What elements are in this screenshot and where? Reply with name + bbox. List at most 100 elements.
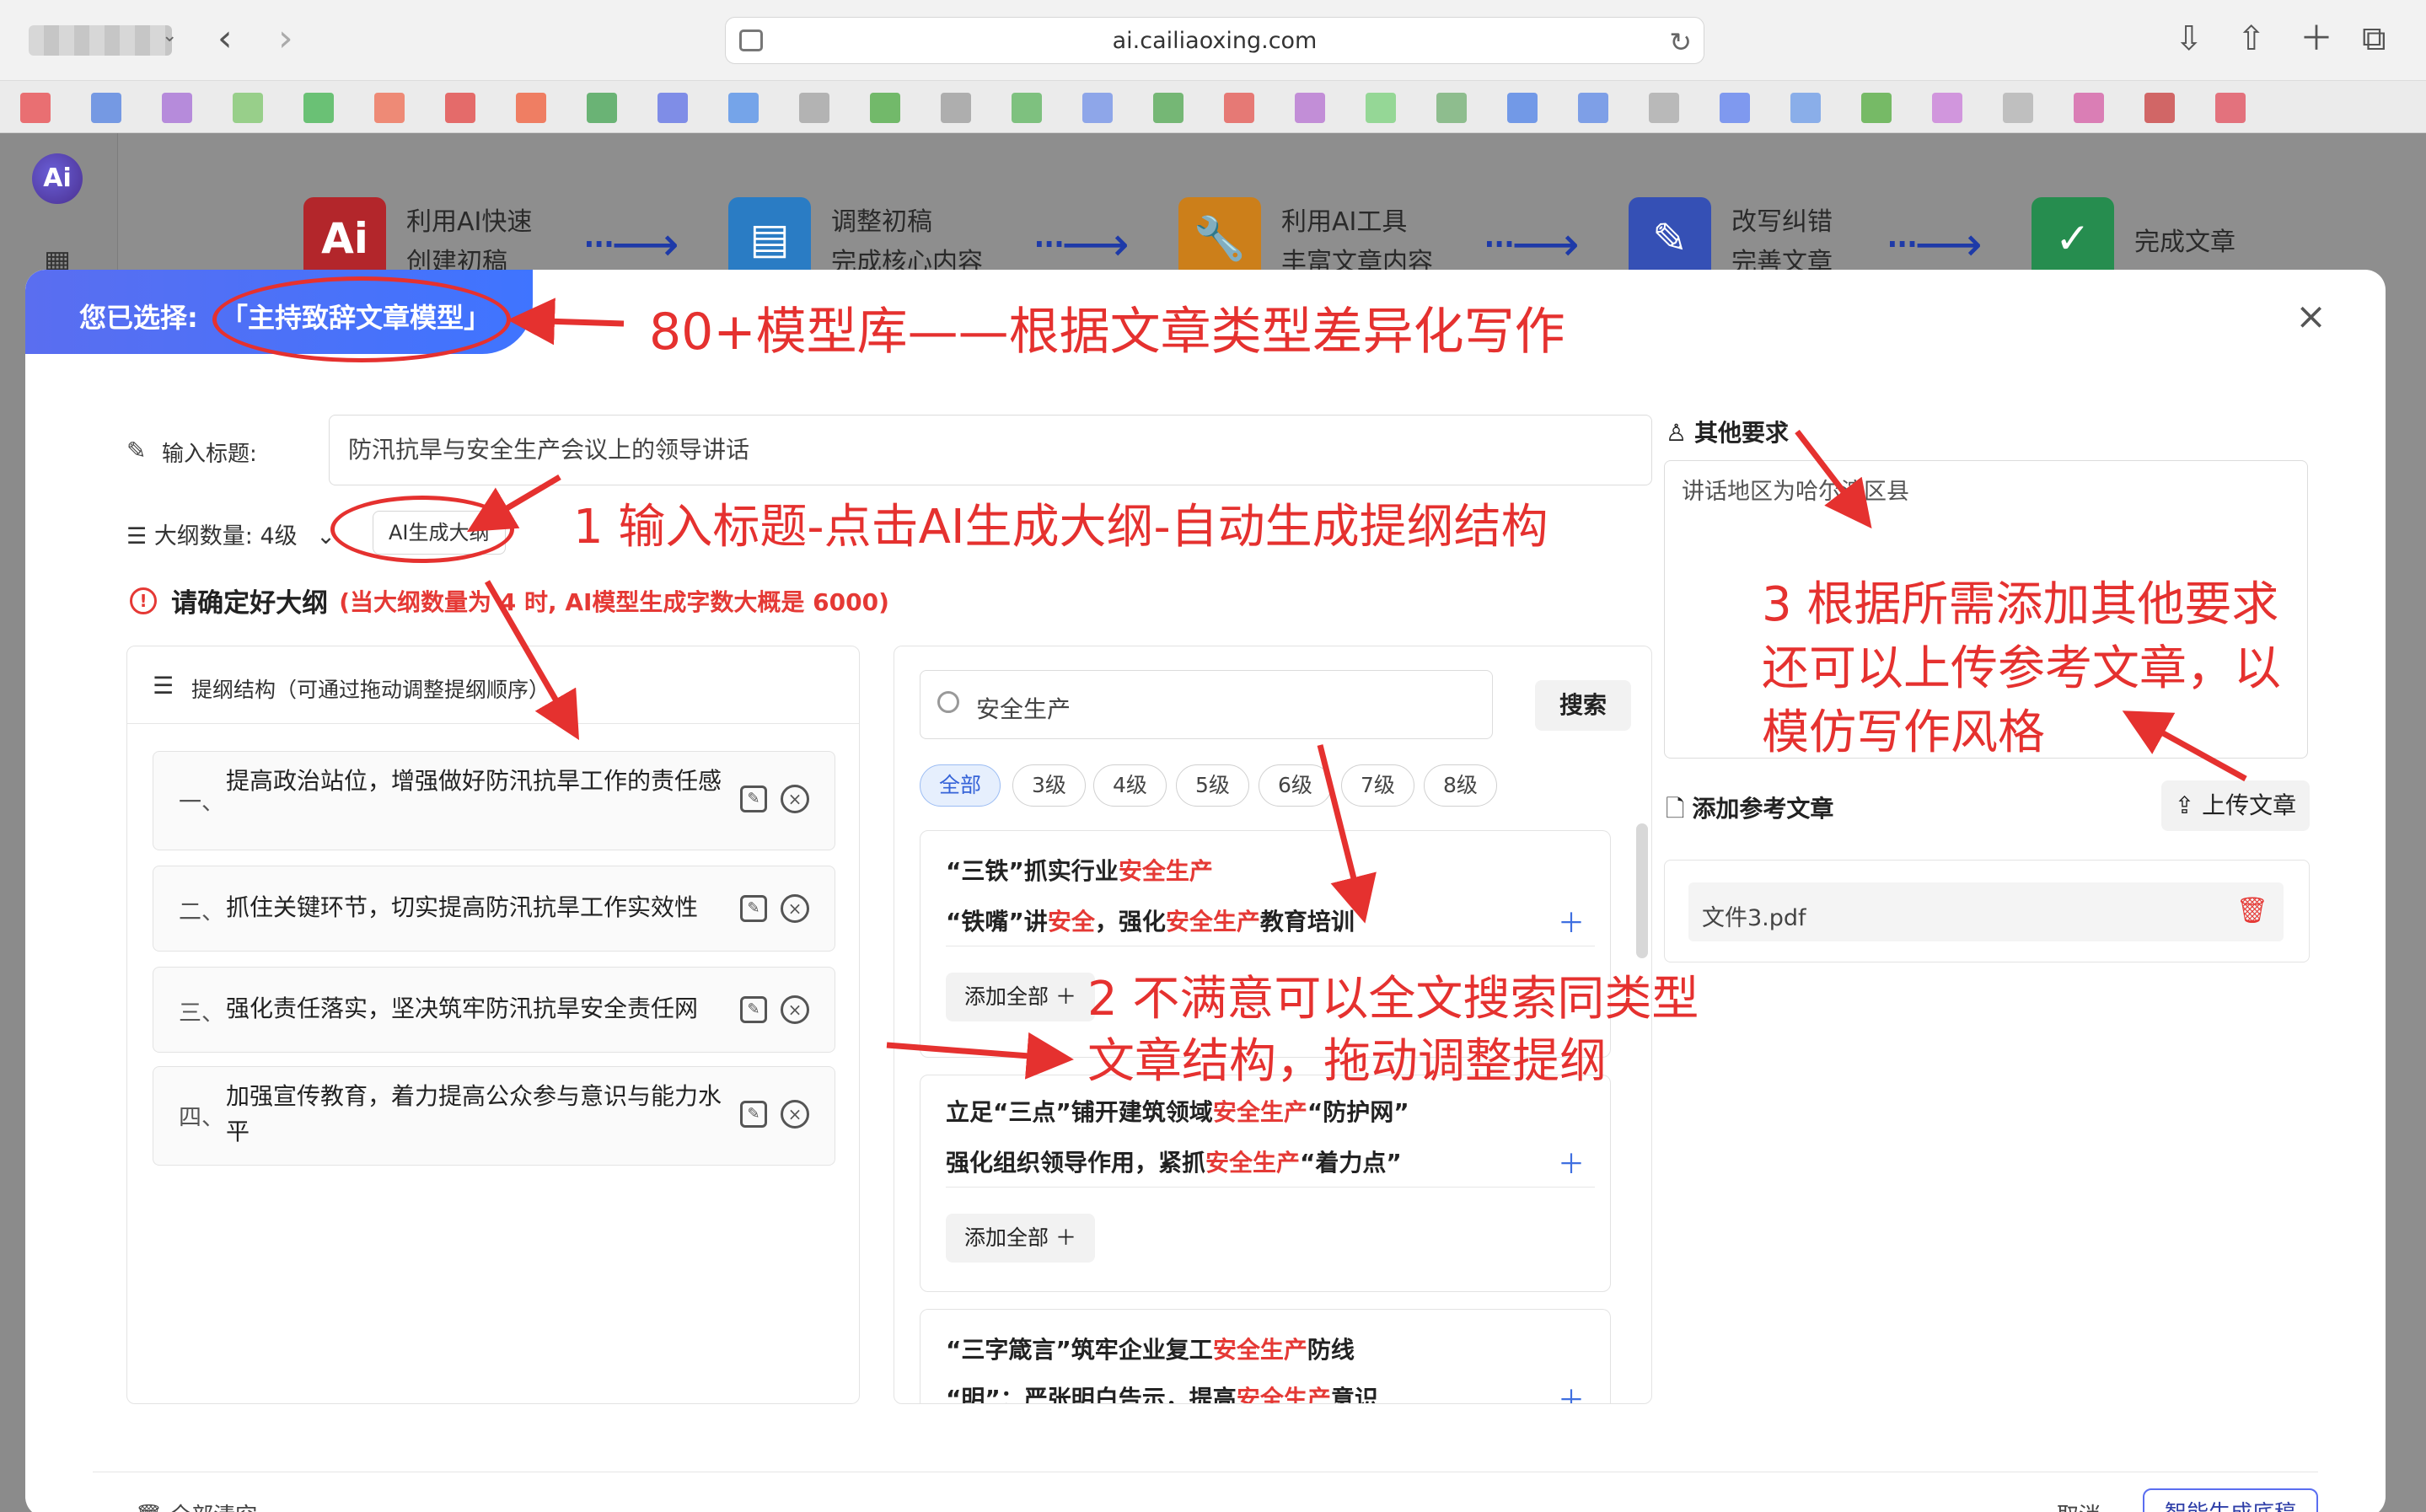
close-circle-icon[interactable]: × bbox=[781, 894, 809, 923]
outline-item[interactable]: 四、 加强宣传教育，着力提高公众参与意识与能力水平 ✎ × bbox=[153, 1066, 835, 1166]
browser-toolbar: ⌄ ‹ › ai.cailiaoxing.com ↻ ⇩ ⇧ ＋ ⧉ bbox=[0, 0, 2426, 81]
filter-chip-5[interactable]: 5级 bbox=[1176, 764, 1249, 807]
result-line: “三字箴言”筑牢企业复工安全生产防线 bbox=[946, 1336, 1355, 1364]
bookmark-icon[interactable] bbox=[1720, 93, 1750, 123]
selected-label: 您已选择: bbox=[79, 302, 198, 334]
filter-chip-8[interactable]: 8级 bbox=[1424, 764, 1497, 807]
close-circle-icon[interactable]: × bbox=[781, 995, 809, 1024]
bookmark-icon[interactable] bbox=[1861, 93, 1892, 123]
trash-icon[interactable]: 🗑 bbox=[2236, 896, 2268, 925]
bookmark-icon[interactable] bbox=[91, 93, 121, 123]
bookmark-icon[interactable] bbox=[1082, 93, 1113, 123]
bookmark-icon[interactable] bbox=[1790, 93, 1821, 123]
result-line[interactable]: 强化组织领导作用，紧抓安全生产“着力点” bbox=[946, 1145, 1402, 1178]
upload-article-button[interactable]: ⇪ 上传文章 bbox=[2161, 780, 2310, 831]
new-tab-icon[interactable]: ＋ bbox=[2300, 19, 2333, 59]
outline-level-select[interactable]: ☰ 大纲数量: 4级 ⌄ bbox=[126, 517, 335, 550]
result-line[interactable]: “明”：严张明白告示，提高安全生产意识 bbox=[946, 1381, 1378, 1403]
add-line-icon[interactable]: ＋ bbox=[1558, 1379, 1585, 1403]
bookmark-icon[interactable] bbox=[1295, 93, 1325, 123]
reference-file-item[interactable]: 文件3.pdf 🗑 bbox=[1688, 882, 2284, 941]
bookmark-icon[interactable] bbox=[728, 93, 759, 123]
outline-panel: ☰ 提纲结构（可通过拖动调整提纲顺序） 一、 提高政治站位，增强做好防汛抗旱工作… bbox=[126, 646, 860, 1404]
other-requirements-label: ♙ 其他要求 bbox=[1666, 419, 1790, 447]
filter-chip-all[interactable]: 全部 bbox=[920, 764, 1001, 807]
bookmarks-bar bbox=[0, 81, 2426, 133]
forward-icon[interactable]: › bbox=[278, 19, 293, 59]
bookmark-icon[interactable] bbox=[1932, 93, 1962, 123]
scrollbar[interactable] bbox=[1636, 823, 1648, 958]
search-button[interactable]: 搜索 bbox=[1535, 680, 1631, 731]
bookmark-icon[interactable] bbox=[587, 93, 617, 123]
edit-icon[interactable]: ✎ bbox=[740, 1101, 767, 1128]
bookmark-icon[interactable] bbox=[941, 93, 971, 123]
close-circle-icon[interactable]: × bbox=[781, 1100, 809, 1129]
bookmark-icon[interactable] bbox=[1578, 93, 1608, 123]
document-icon: ▤ bbox=[728, 197, 811, 280]
reload-icon[interactable]: ↻ bbox=[1669, 26, 1692, 58]
bookmark-icon[interactable] bbox=[1224, 93, 1254, 123]
app-logo[interactable]: Ai bbox=[32, 153, 83, 204]
edit-icon[interactable]: ✎ bbox=[740, 785, 767, 812]
bookmark-icon[interactable] bbox=[162, 93, 192, 123]
bookmark-icon[interactable] bbox=[1649, 93, 1679, 123]
close-icon[interactable]: × bbox=[2295, 295, 2327, 338]
share-icon[interactable]: ⇧ bbox=[2237, 19, 2266, 59]
bookmark-icon[interactable] bbox=[303, 93, 334, 123]
bookmark-icon[interactable] bbox=[2215, 93, 2246, 123]
bookmark-icon[interactable] bbox=[1436, 93, 1467, 123]
chevron-down-icon[interactable]: ⌄ bbox=[162, 25, 177, 46]
tab-group-blurred[interactable] bbox=[29, 25, 172, 56]
cancel-button[interactable]: 取消 bbox=[2057, 1499, 2101, 1512]
bookmark-icon[interactable] bbox=[870, 93, 900, 123]
list-icon: ☰ bbox=[153, 672, 174, 700]
tab-overview-icon[interactable]: ⧉ bbox=[2362, 19, 2386, 59]
bookmark-icon[interactable] bbox=[2074, 93, 2104, 123]
filter-chip-3[interactable]: 3级 bbox=[1012, 764, 1086, 807]
generate-draft-button[interactable]: 智能生成底稿 bbox=[2143, 1488, 2318, 1512]
download-icon[interactable]: ⇩ bbox=[2175, 19, 2203, 59]
bookmark-icon[interactable] bbox=[445, 93, 475, 123]
bookmark-icon[interactable] bbox=[1153, 93, 1183, 123]
filter-chip-7[interactable]: 7级 bbox=[1341, 764, 1414, 807]
step-label: 完成文章 bbox=[2134, 228, 2235, 257]
bookmark-icon[interactable] bbox=[2003, 93, 2033, 123]
bookmark-icon[interactable] bbox=[657, 93, 688, 123]
bookmark-icon[interactable] bbox=[799, 93, 829, 123]
bookmark-icon[interactable] bbox=[20, 93, 51, 123]
bookmark-icon[interactable] bbox=[233, 93, 263, 123]
result-line[interactable]: “铁嘴”讲安全，强化安全生产教育培训 bbox=[946, 903, 1355, 937]
outline-item[interactable]: 一、 提高政治站位，增强做好防汛抗旱工作的责任感 ✎ × bbox=[153, 751, 835, 850]
bookmark-icon[interactable] bbox=[374, 93, 405, 123]
edit-icon[interactable]: ✎ bbox=[740, 996, 767, 1023]
filter-chip-6[interactable]: 6级 bbox=[1259, 764, 1332, 807]
annotation-step-1: 1 输入标题-点击AI生成大纲-自动生成提纲结构 bbox=[573, 500, 1548, 555]
outline-item[interactable]: 二、 抓住关键环节，切实提高防汛抗旱工作实效性 ✎ × bbox=[153, 866, 835, 952]
add-line-icon[interactable]: ＋ bbox=[1558, 902, 1585, 941]
bookmark-icon[interactable] bbox=[1507, 93, 1538, 123]
confirm-heading: 请确定好大纲 bbox=[171, 588, 329, 619]
annotation-model-library: 80+模型库——根据文章类型差异化写作 bbox=[649, 303, 1565, 362]
add-line-icon[interactable]: ＋ bbox=[1558, 1143, 1585, 1182]
bookmark-icon[interactable] bbox=[516, 93, 546, 123]
bookmark-icon[interactable] bbox=[1366, 93, 1396, 123]
filter-chip-4[interactable]: 4级 bbox=[1093, 764, 1167, 807]
bookmark-icon[interactable] bbox=[2144, 93, 2175, 123]
outline-item-number: 一、 bbox=[179, 790, 224, 816]
trash-icon: 🗑 bbox=[135, 1504, 169, 1512]
result-line: “三铁”抓实行业安全生产 bbox=[946, 857, 1213, 885]
bookmark-icon[interactable] bbox=[1012, 93, 1042, 123]
clear-all-button[interactable]: 🗑 全部清空 bbox=[135, 1499, 257, 1512]
step-label: 利用AI工具 bbox=[1281, 207, 1408, 237]
outline-item-text: 强化责任落实，坚决筑牢防汛抗旱安全责任网 bbox=[226, 995, 699, 1022]
edit-icon[interactable]: ✎ bbox=[740, 895, 767, 922]
address-bar[interactable]: ai.cailiaoxing.com ↻ bbox=[725, 17, 1704, 64]
outline-item[interactable]: 三、 强化责任落实，坚决筑牢防汛抗旱安全责任网 ✎ × bbox=[153, 967, 835, 1053]
back-icon[interactable]: ‹ bbox=[217, 19, 233, 59]
add-all-button[interactable]: 添加全部 ＋ bbox=[946, 973, 1095, 1021]
outline-search-input[interactable]: 安全生产 bbox=[920, 670, 1493, 739]
add-all-button[interactable]: 添加全部 ＋ bbox=[946, 1214, 1095, 1263]
title-input[interactable]: 防汛抗旱与安全生产会议上的领导讲话 bbox=[329, 415, 1652, 485]
close-circle-icon[interactable]: × bbox=[781, 785, 809, 813]
search-value: 安全生产 bbox=[976, 695, 1071, 723]
